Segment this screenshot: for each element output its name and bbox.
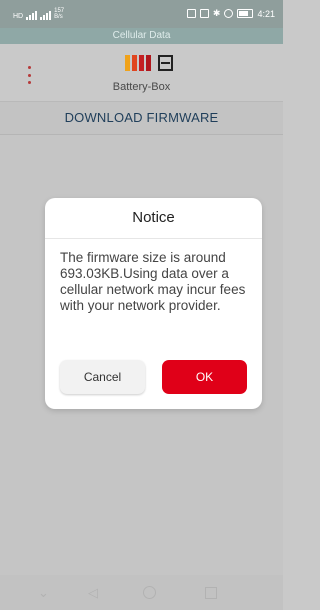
cancel-button[interactable]: Cancel	[60, 360, 145, 394]
speed-unit: B/s	[54, 14, 63, 20]
cellular-data-banner: Cellular Data	[0, 28, 283, 44]
alarm-icon	[224, 9, 234, 18]
home-icon[interactable]	[143, 586, 156, 599]
carrier-label: HD	[13, 13, 24, 20]
back-icon[interactable]: ◁	[88, 586, 98, 599]
logo-bar-2	[132, 55, 137, 71]
ok-button[interactable]: OK	[162, 360, 247, 394]
silent-icon	[199, 9, 209, 18]
status-icons: ✱ 4:21	[186, 8, 275, 19]
status-bar: HD 157 B/s ✱ 4:21	[0, 0, 283, 28]
logo-battery-icon	[158, 55, 173, 71]
download-firmware-button[interactable]: DOWNLOAD FIRMWARE	[0, 102, 283, 135]
signal-icon-2	[40, 11, 52, 20]
logo-bar-1	[125, 55, 130, 71]
battery-icon	[237, 9, 254, 18]
clock: 4:21	[257, 8, 275, 19]
app-header: Battery-Box	[0, 44, 283, 102]
dialog-title: Notice	[132, 209, 175, 226]
recent-apps-icon[interactable]	[205, 587, 217, 599]
logo-bar-3	[139, 55, 144, 71]
dialog-message: The firmware size is around 693.03KB.Usi…	[60, 250, 246, 313]
system-nav-bar: ⌄ ◁	[0, 575, 283, 610]
bluetooth-icon: ✱	[212, 8, 221, 18]
nfc-icon	[186, 9, 196, 18]
notice-dialog: Notice The firmware size is around 693.0…	[45, 198, 262, 409]
chevron-down-icon[interactable]: ⌄	[38, 586, 49, 599]
network-speed: 157 B/s	[54, 8, 64, 20]
battery-box-logo	[125, 55, 173, 71]
signal-icon	[26, 11, 38, 20]
signal-area: HD 157 B/s	[13, 8, 64, 20]
app-title: Battery-Box	[112, 81, 171, 93]
logo-bar-4	[146, 55, 151, 71]
dialog-divider	[45, 238, 262, 239]
